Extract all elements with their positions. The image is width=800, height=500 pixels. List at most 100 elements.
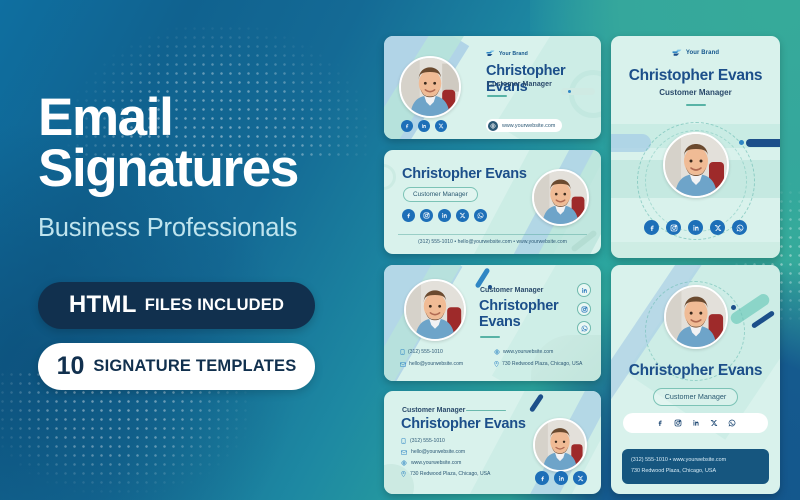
brand-name: Your Brand — [685, 50, 720, 56]
detail-email[interactable]: hello@yourwebsite.com — [401, 449, 490, 455]
social-links[interactable] — [577, 283, 591, 335]
contact-title: Customer Manager — [402, 407, 466, 414]
avatar — [404, 279, 466, 341]
linkedin-icon[interactable] — [577, 283, 591, 297]
signature-card-4[interactable]: Customer Manager Christopher Evans (312)… — [384, 391, 601, 494]
avatar-photo-icon — [401, 58, 459, 116]
contact-info-box: (312) 555-1010 • www.yourwebsite.com 730… — [622, 449, 769, 484]
page-subtitle: Business Professionals — [38, 213, 298, 242]
detail-email[interactable]: hello@yourwebsite.com — [400, 361, 486, 367]
x-twitter-icon[interactable] — [435, 120, 447, 132]
website-pill[interactable]: www.yourwebsite.com — [486, 119, 563, 132]
social-links[interactable] — [402, 209, 487, 222]
divider — [466, 410, 506, 412]
contact-name: Christopher Evans — [402, 166, 527, 182]
linkedin-icon[interactable] — [418, 120, 430, 132]
instagram-icon[interactable] — [666, 220, 681, 235]
hero-panel: Email Signatures Business Professionals … — [38, 91, 368, 390]
social-links[interactable] — [535, 471, 587, 485]
instagram-icon[interactable] — [674, 419, 682, 427]
avatar-photo-icon — [665, 287, 726, 347]
facebook-icon[interactable] — [644, 220, 659, 235]
avatar — [663, 285, 728, 349]
detail-website[interactable]: www.yourwebsite.com — [494, 349, 582, 355]
brand-logo-icon — [672, 49, 682, 56]
contact-name: Christopher Evans — [401, 416, 526, 432]
linkedin-icon[interactable] — [554, 471, 568, 485]
whatsapp-icon[interactable] — [474, 209, 487, 222]
contact-details: (312) 555-1010 hello@yourwebsite.com www… — [401, 438, 490, 477]
globe-icon — [488, 120, 498, 131]
divider — [487, 95, 507, 97]
contact-line: (312) 555-1010 • hello@yourwebsite.com •… — [418, 238, 567, 245]
avatar-photo-icon — [535, 420, 585, 470]
signature-card-5[interactable]: Your Brand Christopher Evans Customer Ma… — [611, 36, 780, 258]
x-twitter-icon[interactable] — [710, 220, 725, 235]
linkedin-icon[interactable] — [688, 220, 703, 235]
html-files-badge: HTML FILES INCLUDED — [38, 281, 315, 329]
avatar-photo-icon — [406, 281, 464, 339]
detail-phone[interactable]: (312) 555-1010 — [400, 349, 486, 355]
detail-address-text: 730 Redwood Plaza, Chicago, USA — [410, 471, 491, 477]
social-links[interactable] — [401, 120, 447, 132]
detail-address[interactable]: 730 Redwood Plaza, Chicago, USA — [401, 471, 490, 477]
x-twitter-icon[interactable] — [456, 209, 469, 222]
detail-website[interactable]: www.yourwebsite.com — [401, 460, 490, 466]
contact-title: Customer Manager — [487, 81, 553, 88]
signature-card-2[interactable]: Christopher Evans Customer Manager (312)… — [384, 150, 601, 254]
signature-card-3[interactable]: Customer Manager Christopher Evans (312)… — [384, 265, 601, 381]
avatar — [399, 56, 461, 118]
detail-phone-text: (312) 555-1010 — [410, 438, 445, 444]
social-links[interactable] — [623, 413, 768, 433]
contact-bar: (312) 555-1010 • hello@yourwebsite.com •… — [398, 234, 587, 248]
linkedin-icon[interactable] — [692, 419, 700, 427]
contact-details: (312) 555-1010 www.yourwebsite.com hello… — [400, 349, 582, 367]
facebook-icon[interactable] — [401, 120, 413, 132]
x-twitter-icon[interactable] — [573, 471, 587, 485]
detail-email-text: hello@yourwebsite.com — [409, 361, 464, 367]
contact-title: Customer Manager — [652, 387, 739, 406]
whatsapp-icon[interactable] — [577, 321, 591, 335]
signature-templates-grid: Your Brand Christopher Evans Customer Ma… — [384, 36, 780, 494]
detail-website-text: www.yourwebsite.com — [411, 460, 462, 466]
contact-name: Christopher Evans — [628, 362, 763, 379]
detail-website-text: www.yourwebsite.com — [503, 349, 554, 355]
brand-logo-icon — [486, 50, 495, 56]
social-links[interactable] — [611, 220, 780, 235]
detail-phone-text: (312) 555-1010 — [408, 349, 443, 355]
brand-row: Your Brand — [486, 50, 528, 57]
badge-group: HTML FILES INCLUDED 10 SIGNATURE TEMPLAT… — [38, 281, 368, 390]
avatar — [532, 169, 589, 226]
facebook-icon[interactable] — [402, 209, 415, 222]
contact-name: Christopher Evans — [479, 298, 559, 331]
facebook-icon[interactable] — [535, 471, 549, 485]
instagram-icon[interactable] — [420, 209, 433, 222]
facebook-icon[interactable] — [656, 419, 664, 427]
page-title: Email Signatures — [38, 91, 368, 196]
avatar — [662, 132, 729, 198]
contact-title: Customer Manager — [659, 88, 732, 97]
signature-card-1[interactable]: Your Brand Christopher Evans Customer Ma… — [384, 36, 601, 139]
x-twitter-icon[interactable] — [710, 419, 718, 427]
contact-title: Customer Manager — [403, 187, 478, 202]
linkedin-icon[interactable] — [438, 209, 451, 222]
detail-address[interactable]: 730 Redwood Plaza, Chicago, USA — [494, 361, 582, 367]
contact-address: 730 Redwood Plaza, Chicago, USA — [631, 468, 717, 475]
templates-badge-count: 10 — [56, 351, 85, 380]
detail-email-text: hello@yourwebsite.com — [411, 449, 466, 455]
whatsapp-icon[interactable] — [728, 419, 736, 427]
brand-row: Your Brand — [611, 49, 780, 57]
brand-name: Your Brand — [499, 50, 528, 57]
contact-title: Customer Manager — [480, 287, 544, 294]
poster-canvas: Email Signatures Business Professionals … — [0, 0, 800, 500]
detail-phone[interactable]: (312) 555-1010 — [401, 438, 490, 444]
detail-address-text: 730 Redwood Plaza, Chicago, USA — [502, 361, 583, 367]
templates-count-badge: 10 SIGNATURE TEMPLATES — [38, 342, 315, 390]
templates-badge-label: SIGNATURE TEMPLATES — [93, 356, 297, 375]
website-text: www.yourwebsite.com — [502, 122, 556, 129]
whatsapp-icon[interactable] — [732, 220, 747, 235]
instagram-icon[interactable] — [577, 302, 591, 316]
avatar — [533, 418, 587, 472]
divider — [480, 336, 500, 338]
signature-card-6[interactable]: Christopher Evans Customer Manager (312)… — [611, 265, 780, 494]
